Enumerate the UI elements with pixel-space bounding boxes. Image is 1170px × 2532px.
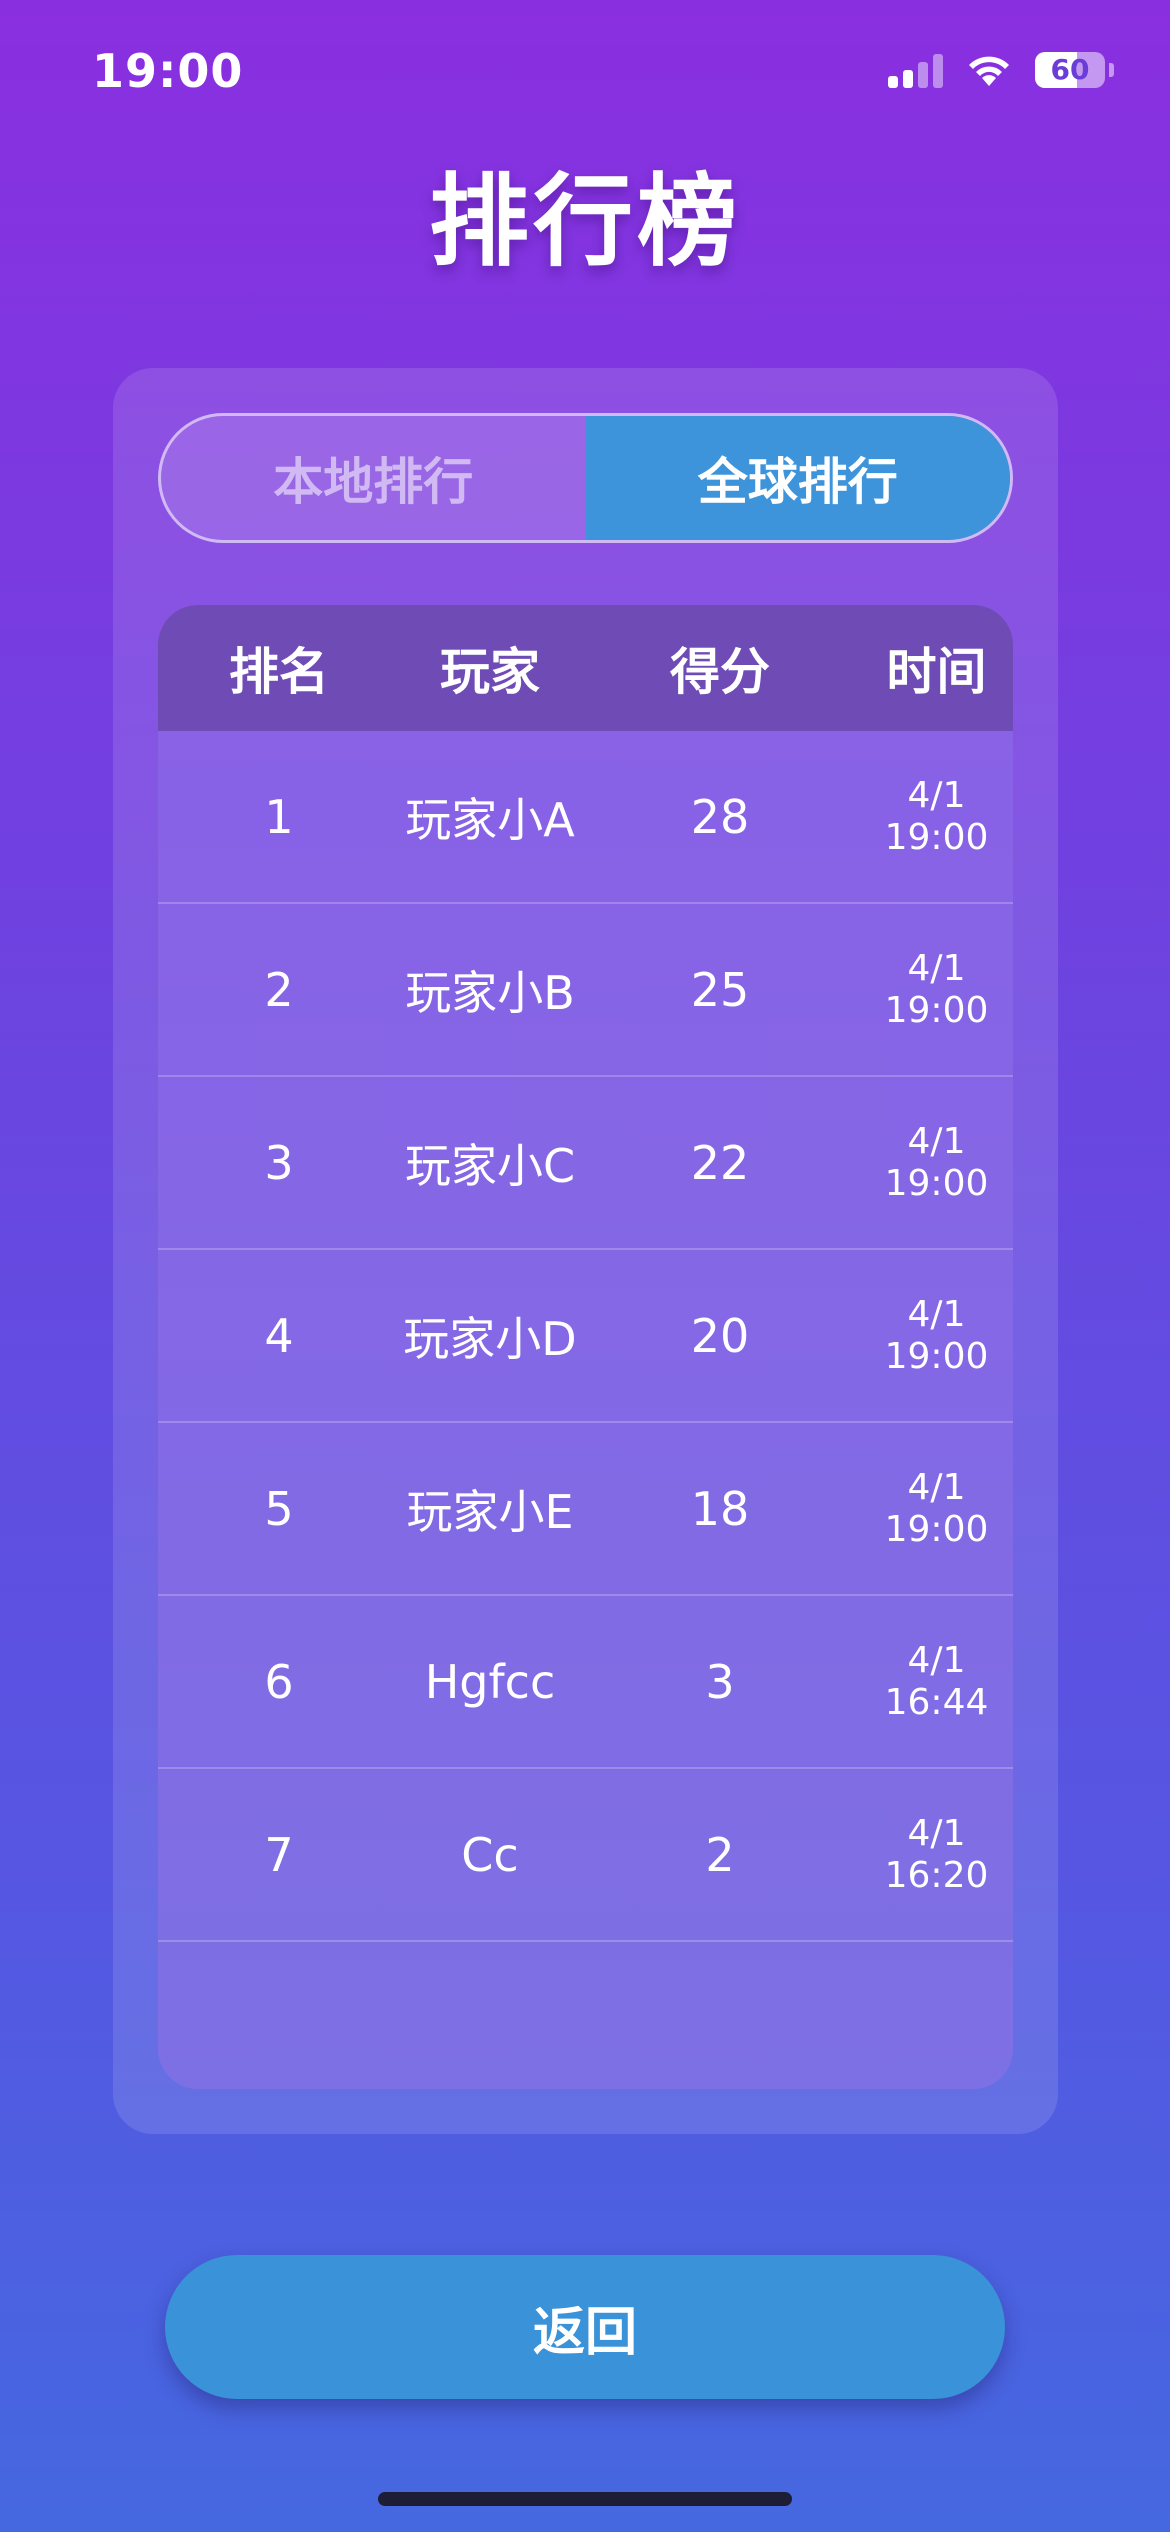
row-time: 4/1 19:00: [860, 1294, 1013, 1378]
row-rank: 7: [264, 1827, 294, 1882]
leaderboard-tabs: 本地排行 全球排行: [158, 413, 1013, 543]
row-score: 22: [690, 1135, 750, 1190]
tab-global-ranking[interactable]: 全球排行: [585, 416, 1010, 540]
row-time-text: 16:44: [884, 1681, 989, 1723]
header-time: 时间: [886, 643, 987, 701]
row-time: 4/1 16:20: [860, 1813, 1013, 1897]
row-time-text: 16:20: [884, 1854, 989, 1896]
row-time-text: 19:00: [884, 1335, 989, 1377]
row-player: 玩家小C: [404, 1138, 576, 1193]
row-score: 20: [690, 1308, 750, 1363]
row-time-text: 19:00: [884, 1508, 989, 1550]
row-player: 玩家小A: [405, 792, 575, 847]
row-date-text: 4/1: [907, 947, 966, 989]
home-indicator[interactable]: [378, 2492, 792, 2506]
header-rank: 排名: [229, 643, 329, 701]
status-icons: 60: [888, 52, 1114, 88]
row-date-text: 4/1: [907, 1466, 966, 1508]
row-player: 玩家小D: [403, 1311, 577, 1366]
row-time: 4/1 19:00: [860, 1121, 1013, 1205]
row-time: 4/1 19:00: [860, 948, 1013, 1032]
row-time-text: 19:00: [884, 1162, 989, 1204]
header-player: 玩家: [440, 643, 540, 701]
table-row: 3 玩家小C 22 4/1 19:00: [158, 1077, 1013, 1250]
row-score: 3: [705, 1654, 735, 1709]
row-player: Hgfcc: [424, 1654, 556, 1709]
back-button[interactable]: 返回: [165, 2255, 1005, 2399]
signal-icon: [888, 52, 943, 88]
row-score: 28: [690, 789, 750, 844]
row-time-text: 19:00: [884, 989, 989, 1031]
wifi-icon: [969, 56, 1009, 86]
battery-nub: [1109, 63, 1114, 77]
row-rank: 1: [264, 789, 294, 844]
row-time: 4/1 19:00: [860, 1467, 1013, 1551]
row-time: 4/1 19:00: [860, 775, 1013, 859]
row-rank: 3: [264, 1135, 294, 1190]
header-score: 得分: [670, 643, 770, 701]
row-player: Cc: [461, 1827, 519, 1882]
row-rank: 2: [264, 962, 294, 1017]
page-title: 排行榜: [429, 163, 741, 280]
row-player: 玩家小E: [406, 1484, 574, 1539]
tab-local-ranking[interactable]: 本地排行: [161, 416, 586, 540]
row-date-text: 4/1: [907, 1639, 966, 1681]
table-row: 1 玩家小A 28 4/1 19:00: [158, 731, 1013, 904]
row-rank: 6: [264, 1654, 294, 1709]
row-time-text: 19:00: [884, 816, 989, 858]
row-date-text: 4/1: [907, 1120, 966, 1162]
table-row: 4 玩家小D 20 4/1 19:00: [158, 1250, 1013, 1423]
row-score: 2: [705, 1827, 735, 1882]
leaderboard-panel: 本地排行 全球排行 排名 玩家 得分 时间 1 玩家小A 28 4/1 19:0…: [113, 368, 1058, 2134]
row-time: 4/1 16:44: [860, 1640, 1013, 1724]
table-row: 2 玩家小B 25 4/1 19:00: [158, 904, 1013, 1077]
row-score: 25: [690, 962, 750, 1017]
battery-icon: 60: [1035, 52, 1105, 88]
battery-level: 60: [1050, 53, 1090, 86]
table-row: 7 Cc 2 4/1 16:20: [158, 1769, 1013, 1942]
table-row: 6 Hgfcc 3 4/1 16:44: [158, 1596, 1013, 1769]
row-date-text: 4/1: [907, 1812, 966, 1854]
row-score: 18: [690, 1481, 750, 1536]
table-header: 排名 玩家 得分 时间: [158, 605, 1013, 731]
row-rank: 4: [264, 1308, 294, 1363]
row-rank: 5: [264, 1481, 294, 1536]
status-bar: 19:00 60: [0, 0, 1170, 150]
leaderboard-table: 排名 玩家 得分 时间 1 玩家小A 28 4/1 19:00 2 玩家小B 2…: [158, 605, 1013, 2089]
row-date-text: 4/1: [907, 1293, 966, 1335]
row-date-text: 4/1: [907, 774, 966, 816]
status-time: 19:00: [92, 44, 244, 98]
row-player: 玩家小B: [405, 965, 575, 1020]
table-row: 5 玩家小E 18 4/1 19:00: [158, 1423, 1013, 1596]
